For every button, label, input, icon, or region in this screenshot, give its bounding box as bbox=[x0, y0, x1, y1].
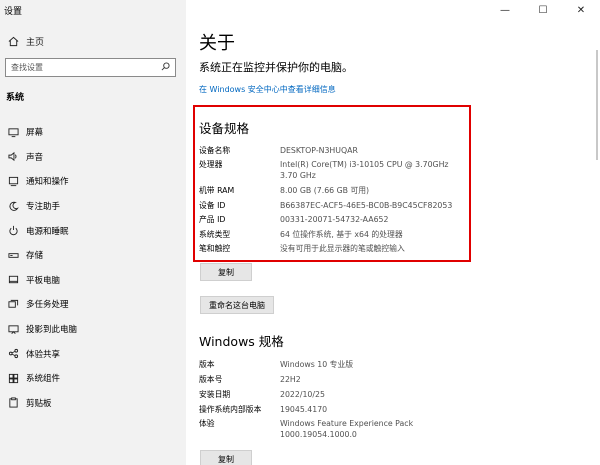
spec-key: 系统类型 bbox=[199, 230, 231, 239]
sidebar-item-clipboard[interactable]: 剪贴板 bbox=[0, 391, 186, 416]
sidebar-item-sound[interactable]: 声音 bbox=[0, 145, 186, 170]
device-spec-row: 处理器 Intel(R) Core(TM) i3-10105 CPU @ 3.7… bbox=[199, 159, 469, 181]
sidebar-item-projecting[interactable]: 投影到此电脑 bbox=[0, 317, 186, 342]
spec-value: Intel(R) Core(TM) i3-10105 CPU @ 3.70GHz… bbox=[280, 160, 449, 180]
device-spec-title: 设备规格 bbox=[199, 121, 250, 136]
sidebar-item-label: 体验共享 bbox=[26, 349, 61, 360]
device-spec-row: 产品 ID 00331-20071-54732-AA652 bbox=[199, 214, 469, 225]
sidebar-item-storage[interactable]: 存储 bbox=[0, 243, 186, 268]
rename-pc-button[interactable]: 重命名这台电脑 bbox=[200, 296, 274, 314]
storage-icon bbox=[6, 248, 20, 262]
section-label-system: 系统 bbox=[6, 93, 25, 103]
projection-icon bbox=[6, 322, 20, 336]
spec-value: B66387EC-ACF5-46E5-BC0B-B9C45CF82053 bbox=[280, 201, 453, 210]
spec-value: 没有可用于此显示器的笔或触控输入 bbox=[280, 244, 405, 253]
search-input[interactable]: 查找设置 bbox=[5, 58, 176, 77]
device-spec-row: 设备名称 DESKTOP-N3HUQAR bbox=[199, 145, 469, 156]
spec-key: 设备 ID bbox=[199, 201, 226, 210]
sidebar-item-label: 通知和操作 bbox=[26, 177, 69, 188]
sidebar-item-label: 投影到此电脑 bbox=[26, 325, 78, 336]
windows-spec-row: 版本 Windows 10 专业版 bbox=[199, 359, 469, 370]
main-content: 关于 系统正在监控并保护你的电脑。 在 Windows 安全中心中查看详细信息 … bbox=[186, 0, 600, 465]
sidebar-item-label: 专注助手 bbox=[26, 202, 61, 213]
spec-value: 22H2 bbox=[280, 375, 301, 384]
sidebar-nav-list: 屏幕 声音 通知和操作 专注助手 电源和睡眠 存储 平板电脑 多任务处理 投影到… bbox=[0, 120, 186, 415]
device-spec-row: 笔和触控 没有可用于此显示器的笔或触控输入 bbox=[199, 243, 469, 254]
sidebar-item-display[interactable]: 屏幕 bbox=[0, 120, 186, 145]
multitask-icon bbox=[6, 297, 20, 311]
copy-device-spec-button[interactable]: 复制 bbox=[200, 263, 252, 281]
spec-value: 8.00 GB (7.66 GB 可用) bbox=[280, 186, 370, 195]
sidebar-item-label: 屏幕 bbox=[26, 128, 44, 139]
windows-spec-row: 版本号 22H2 bbox=[199, 374, 469, 385]
spec-value: Windows Feature Experience Pack 1000.190… bbox=[280, 419, 414, 439]
home-icon bbox=[6, 36, 20, 47]
windows-spec-row: 体验 Windows Feature Experience Pack 1000.… bbox=[199, 418, 469, 440]
sidebar-item-label: 电源和睡眠 bbox=[26, 226, 69, 237]
sidebar-item-label: 多任务处理 bbox=[26, 300, 69, 311]
share-icon bbox=[6, 347, 20, 361]
speaker-icon bbox=[6, 150, 20, 164]
search-icon[interactable] bbox=[161, 62, 170, 73]
monitor-icon bbox=[6, 125, 20, 139]
clipboard-icon bbox=[6, 396, 20, 410]
sidebar-item-label: 系统组件 bbox=[26, 374, 61, 385]
sidebar-item-label: 剪贴板 bbox=[26, 398, 52, 409]
spec-value: 64 位操作系统, 基于 x64 的处理器 bbox=[280, 230, 403, 239]
spec-key: 处理器 bbox=[199, 160, 223, 169]
sidebar-item-label: 主页 bbox=[26, 37, 45, 48]
spec-key: 机带 RAM bbox=[199, 186, 235, 195]
sidebar: 设置 主页 查找设置 系统 屏幕 声音 通知和操作 专注助手 电源和睡眠 存储 … bbox=[0, 0, 186, 465]
spec-value: 00331-20071-54732-AA652 bbox=[280, 215, 389, 224]
windows-spec-title: Windows 规格 bbox=[199, 334, 284, 349]
device-spec-row: 设备 ID B66387EC-ACF5-46E5-BC0B-B9C45CF820… bbox=[199, 200, 469, 211]
windows-spec-row: 操作系统内部版本 19045.4170 bbox=[199, 404, 469, 415]
components-icon bbox=[6, 371, 20, 385]
spec-key: 版本 bbox=[199, 360, 215, 369]
sidebar-item-shared-experiences[interactable]: 体验共享 bbox=[0, 341, 186, 366]
search-placeholder: 查找设置 bbox=[11, 63, 43, 72]
sidebar-item-label: 平板电脑 bbox=[26, 275, 61, 286]
sidebar-item-notifications[interactable]: 通知和操作 bbox=[0, 169, 186, 194]
copy-windows-spec-button[interactable]: 复制 bbox=[200, 450, 252, 465]
sidebar-item-multitasking[interactable]: 多任务处理 bbox=[0, 292, 186, 317]
tablet-icon bbox=[6, 273, 20, 287]
sidebar-item-system-components[interactable]: 系统组件 bbox=[0, 366, 186, 391]
spec-value: 19045.4170 bbox=[280, 405, 328, 414]
spec-key: 版本号 bbox=[199, 375, 223, 384]
windows-spec-row: 安装日期 2022/10/25 bbox=[199, 389, 469, 400]
sidebar-item-focus-assist[interactable]: 专注助手 bbox=[0, 194, 186, 219]
spec-key: 产品 ID bbox=[199, 215, 226, 224]
device-spec-row: 机带 RAM 8.00 GB (7.66 GB 可用) bbox=[199, 185, 469, 196]
spec-value: Windows 10 专业版 bbox=[280, 360, 354, 369]
spec-value: 2022/10/25 bbox=[280, 390, 325, 399]
sidebar-item-power[interactable]: 电源和睡眠 bbox=[0, 218, 186, 243]
spec-value: DESKTOP-N3HUQAR bbox=[280, 146, 358, 155]
sidebar-item-label: 存储 bbox=[26, 251, 44, 262]
scrollbar-thumb[interactable] bbox=[596, 50, 598, 160]
moon-icon bbox=[6, 199, 20, 213]
sidebar-item-tablet[interactable]: 平板电脑 bbox=[0, 268, 186, 293]
device-spec-row: 系统类型 64 位操作系统, 基于 x64 的处理器 bbox=[199, 229, 469, 240]
notification-icon bbox=[6, 174, 20, 188]
window-title: 设置 bbox=[4, 6, 23, 17]
sidebar-item-home[interactable]: 主页 bbox=[0, 31, 186, 51]
protection-status-text: 系统正在监控并保护你的电脑。 bbox=[199, 61, 353, 74]
security-center-link[interactable]: 在 Windows 安全中心中查看详细信息 bbox=[199, 84, 336, 95]
spec-key: 笔和触控 bbox=[199, 244, 231, 253]
power-icon bbox=[6, 224, 20, 238]
spec-key: 安装日期 bbox=[199, 390, 231, 399]
spec-key: 设备名称 bbox=[199, 146, 231, 155]
spec-key: 体验 bbox=[199, 419, 215, 428]
main-scrollbar[interactable] bbox=[595, 20, 598, 465]
spec-key: 操作系统内部版本 bbox=[199, 405, 262, 414]
sidebar-item-label: 声音 bbox=[26, 152, 44, 163]
page-title: 关于 bbox=[199, 33, 235, 54]
